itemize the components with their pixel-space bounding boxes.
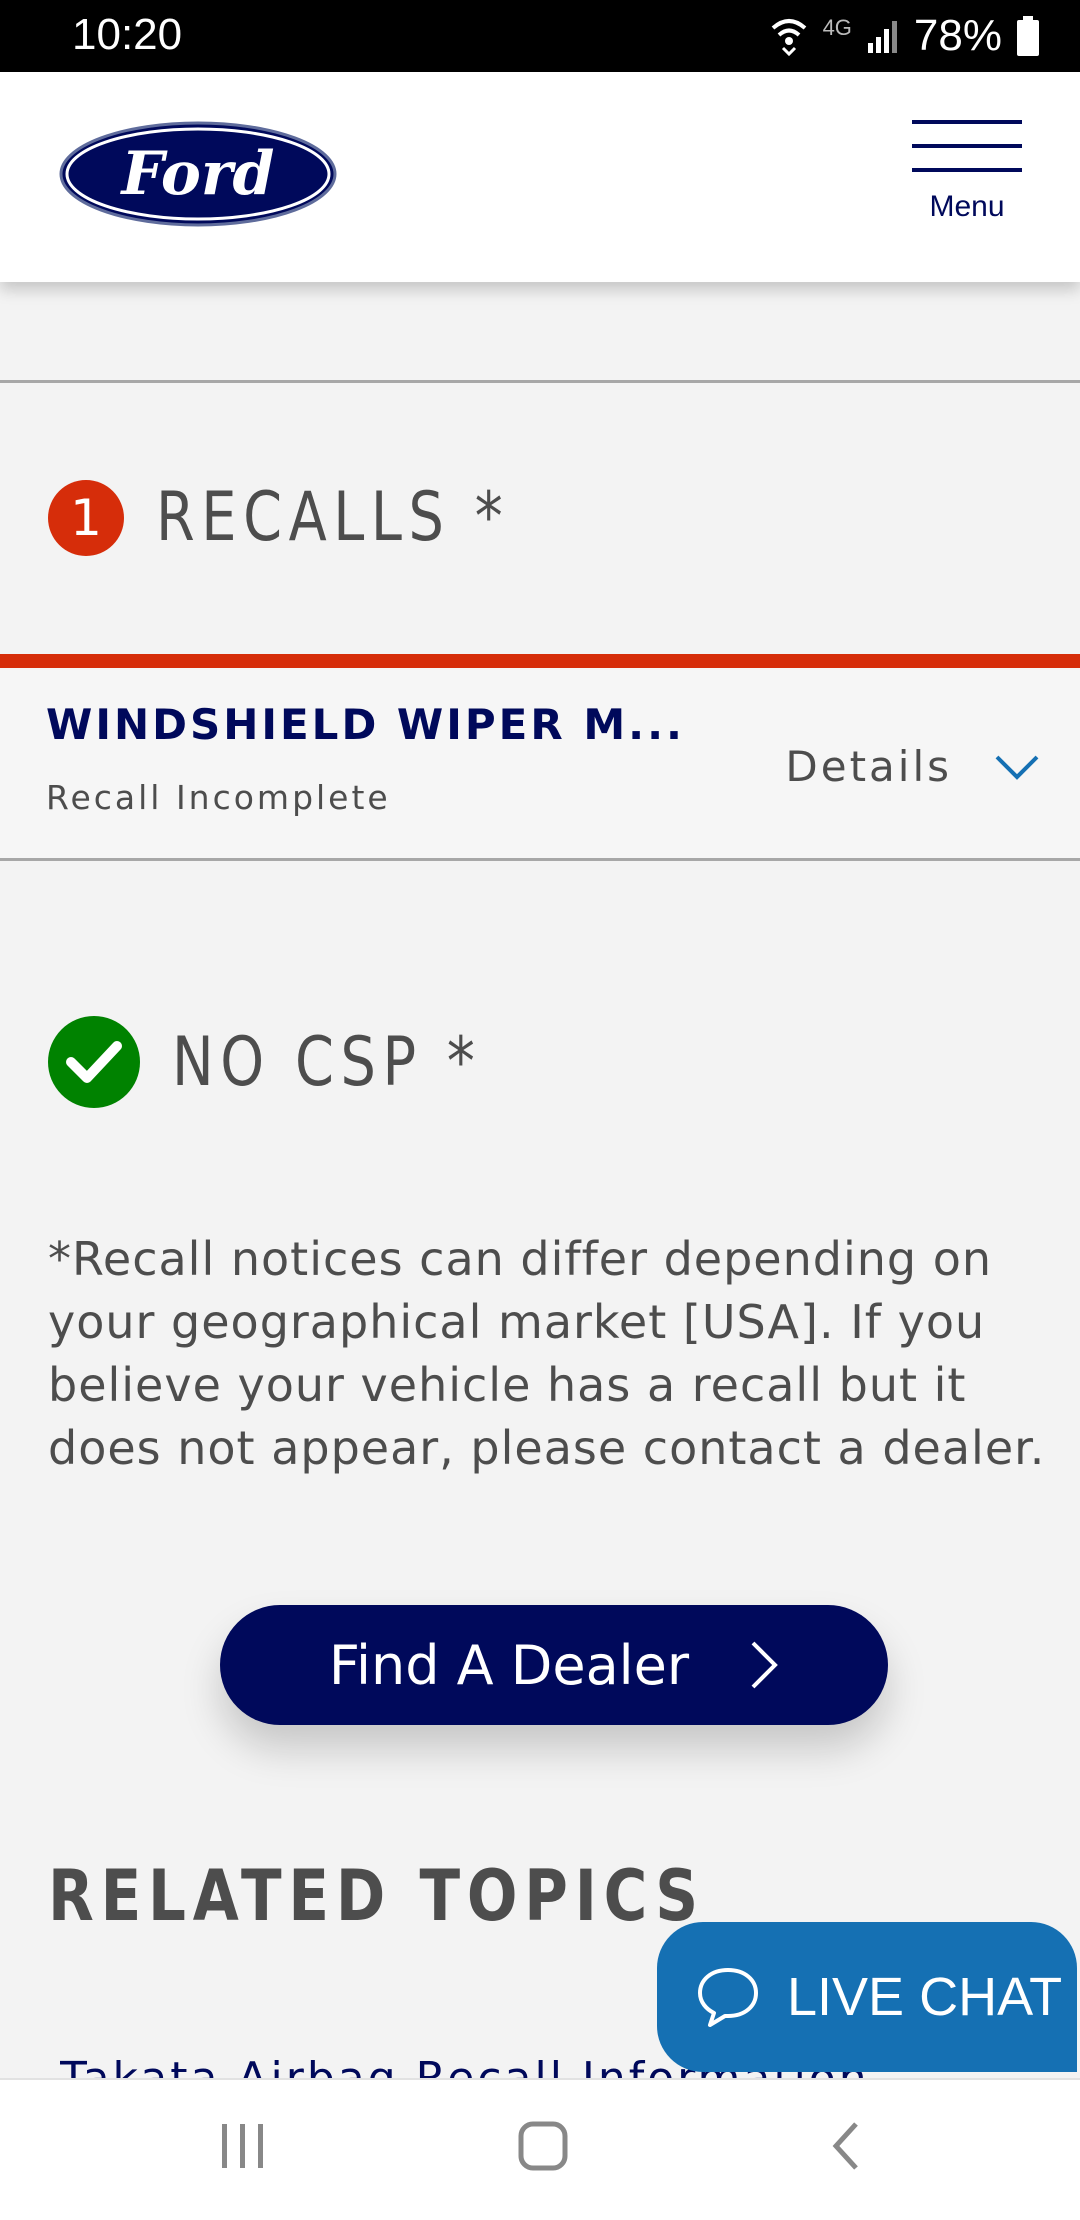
signal-icon <box>867 21 897 53</box>
recents-button[interactable] <box>218 2116 268 2180</box>
csp-heading: NO CSP * <box>48 1016 549 1108</box>
home-icon <box>518 2121 568 2171</box>
system-nav-bar <box>0 2078 1080 2220</box>
details-toggle[interactable]: Details <box>785 742 1040 791</box>
details-label: Details <box>785 742 952 791</box>
recall-accent-bar <box>0 654 1080 668</box>
divider <box>0 380 1080 383</box>
menu-icon-line <box>912 168 1022 172</box>
recents-icon <box>222 2124 263 2168</box>
recall-title: WINDSHIELD WIPER M... <box>46 700 685 749</box>
related-topics-title: RELATED TOPICS <box>48 1855 705 1937</box>
chat-bubble-icon <box>698 1968 758 2027</box>
recalls-title: RECALLS * <box>156 478 510 557</box>
battery-icon <box>1017 16 1039 56</box>
recall-count-badge: 1 <box>48 479 124 556</box>
divider <box>0 858 1080 861</box>
menu-label: Menu <box>929 190 1005 223</box>
menu-button[interactable]: Menu <box>912 120 1022 232</box>
find-dealer-label: Find A Dealer <box>328 1633 690 1697</box>
recall-item[interactable]: WINDSHIELD WIPER M... Recall Incomplete … <box>0 668 1080 860</box>
network-type: 4G <box>822 15 852 40</box>
live-chat-label: LIVE CHAT <box>787 1967 1063 2027</box>
find-dealer-button[interactable]: Find A Dealer <box>220 1605 888 1725</box>
logo-text: Ford <box>120 139 275 209</box>
menu-icon-line <box>912 120 1022 124</box>
chevron-down-icon <box>995 755 1039 780</box>
ford-logo[interactable]: Ford <box>58 120 338 232</box>
back-button[interactable] <box>826 2116 866 2180</box>
back-icon <box>832 2122 858 2170</box>
battery-percent: 78% <box>913 11 1002 60</box>
recalls-heading: 1 RECALLS * <box>48 478 587 557</box>
site-header: Ford Menu <box>0 72 1080 282</box>
status-bar: 10:20 4G 78% <box>0 0 1080 72</box>
csp-title: NO CSP * <box>172 1022 482 1102</box>
home-button[interactable] <box>515 2116 571 2180</box>
recall-status: Recall Incomplete <box>46 778 391 817</box>
wifi-icon <box>771 19 806 57</box>
menu-icon-line <box>912 144 1022 148</box>
status-icons: 4G 78% <box>769 10 1040 62</box>
live-chat-button[interactable]: LIVE CHAT <box>657 1922 1077 2072</box>
status-time: 10:20 <box>72 10 183 59</box>
chevron-right-icon <box>751 1641 778 1689</box>
recall-notice: *Recall notices can differ depending on … <box>48 1232 1046 1475</box>
check-icon <box>48 1016 140 1108</box>
